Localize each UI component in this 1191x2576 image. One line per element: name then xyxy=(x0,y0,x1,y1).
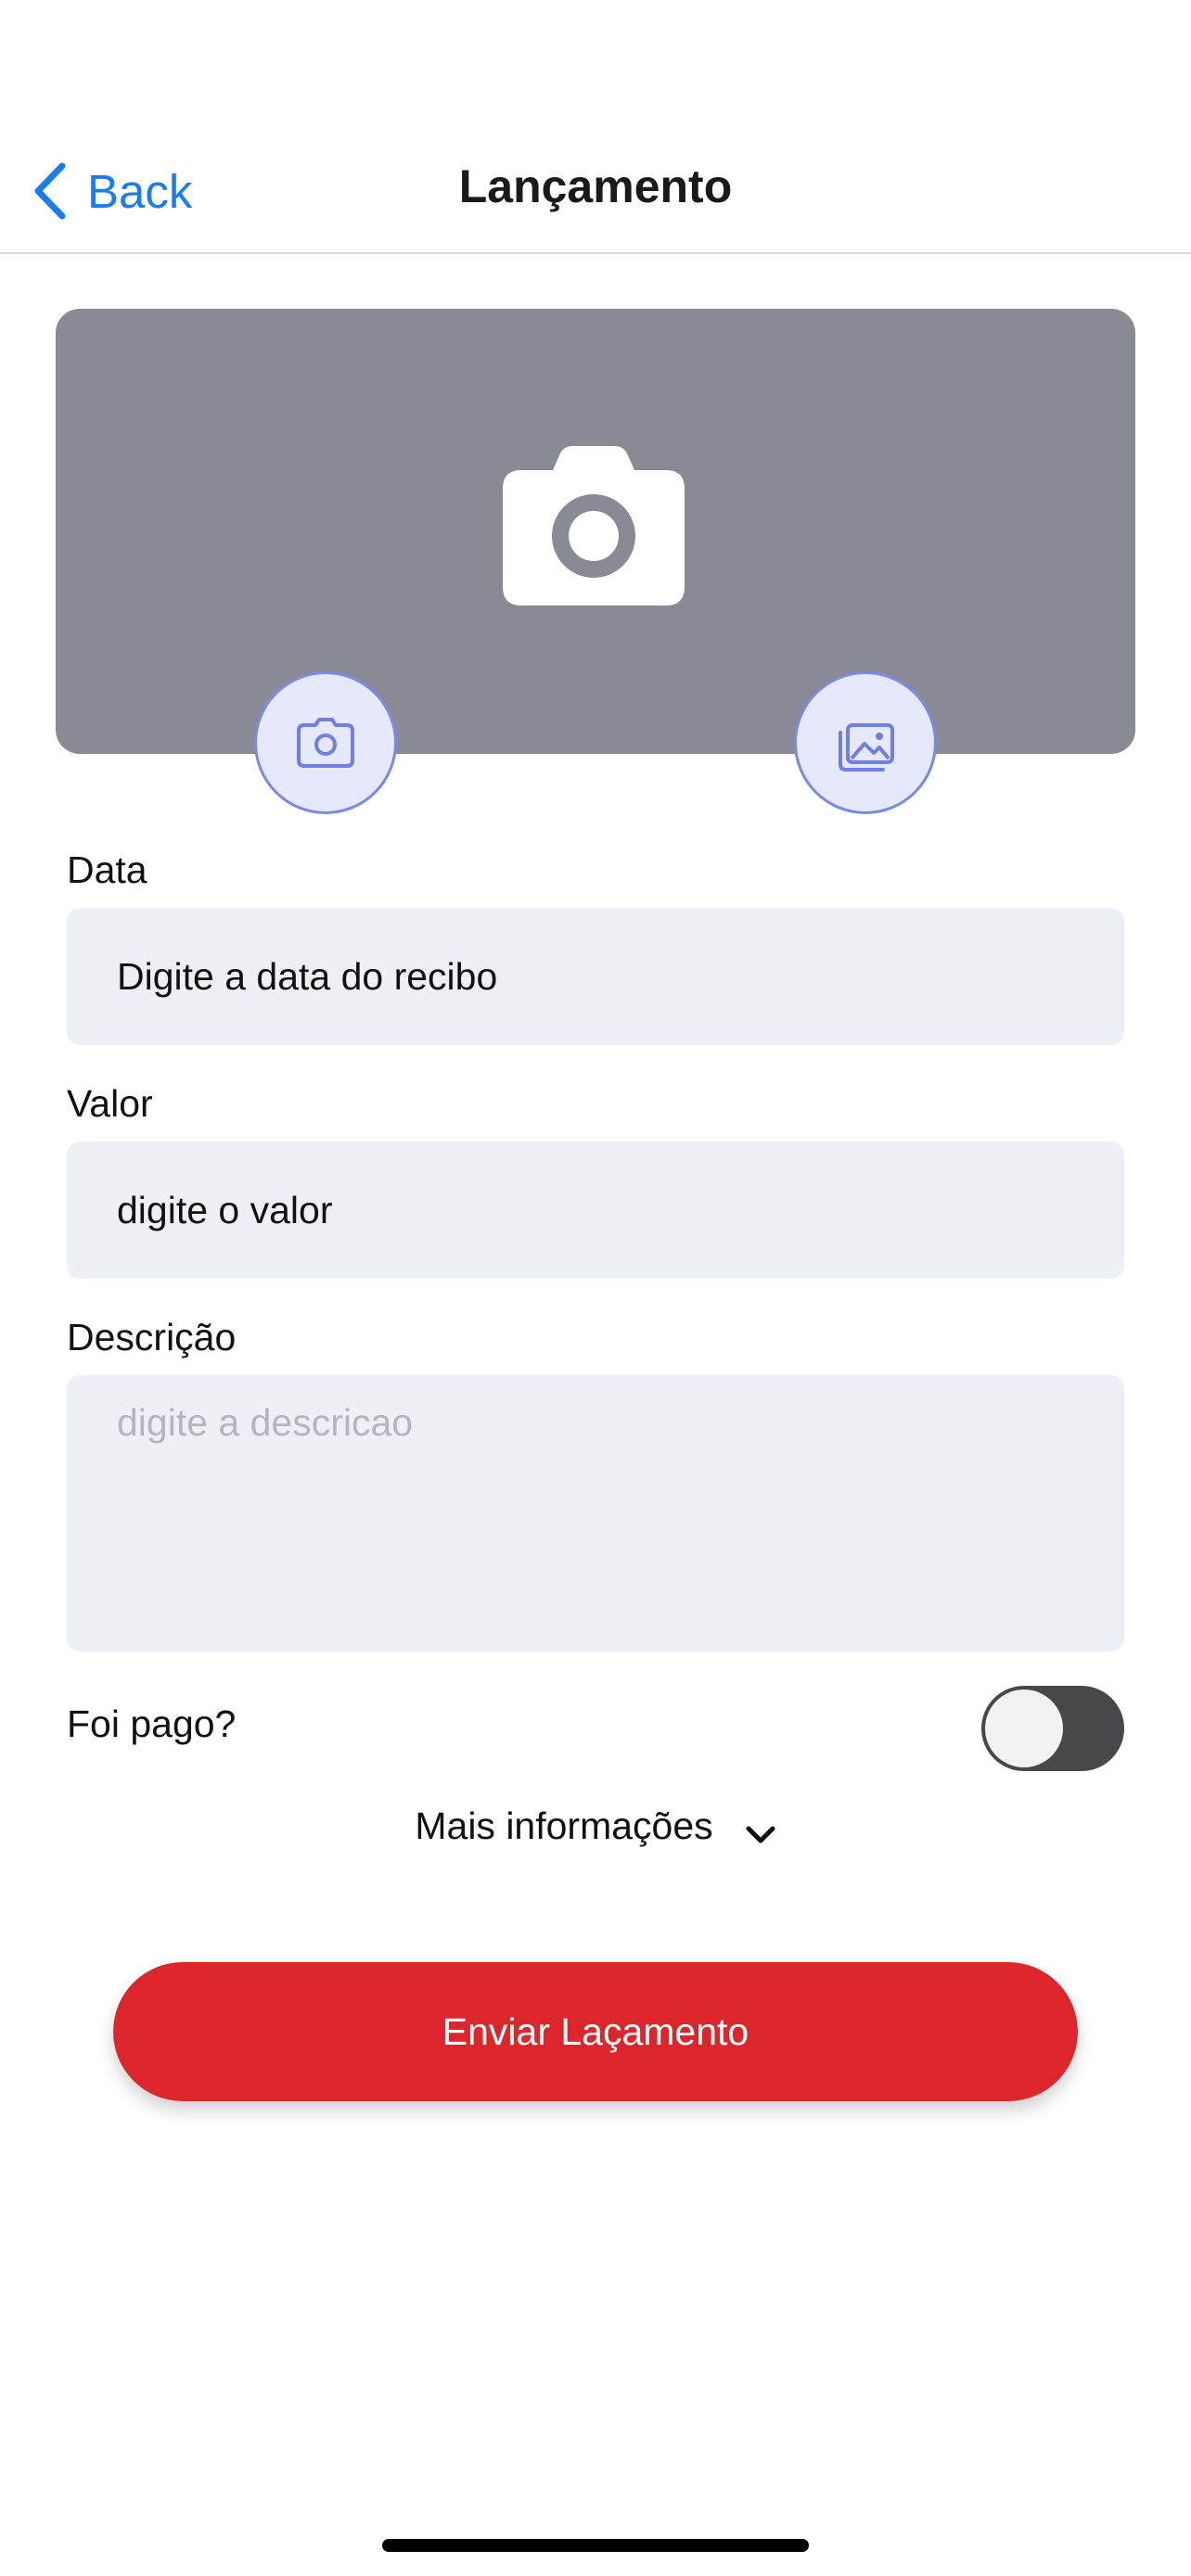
amount-field-value: digite o valor xyxy=(117,1188,333,1231)
camera-icon xyxy=(503,446,685,606)
chevron-down-icon xyxy=(746,1826,775,1843)
date-field[interactable]: Digite a data do recibo xyxy=(67,908,1124,1045)
paid-label: Foi pago? xyxy=(67,1702,237,1745)
paid-toggle[interactable] xyxy=(981,1686,1124,1771)
description-label: Descrição xyxy=(67,1316,237,1358)
gallery-icon xyxy=(839,723,894,772)
submit-button[interactable]: Enviar Laçamento xyxy=(113,1962,1078,2101)
amount-field[interactable]: digite o valor xyxy=(67,1141,1124,1279)
toggle-knob xyxy=(985,1690,1063,1767)
home-indicator xyxy=(382,2539,809,2552)
description-field[interactable]: digite a descricao xyxy=(67,1375,1124,1651)
page-title: Lançamento xyxy=(458,160,733,212)
date-field-value: Digite a data do recibo xyxy=(117,954,498,998)
take-photo-button[interactable] xyxy=(254,671,397,814)
description-placeholder: digite a descricao xyxy=(117,1401,414,1444)
submit-label: Enviar Laçamento xyxy=(442,2009,749,2053)
choose-from-gallery-button[interactable] xyxy=(794,671,937,814)
navigation-header: Back Lançamento xyxy=(0,0,1191,254)
receipt-photo-area[interactable] xyxy=(56,309,1135,754)
more-info-button[interactable]: Mais informações xyxy=(0,1804,1191,1848)
date-label: Data xyxy=(67,848,147,891)
camera-icon xyxy=(297,718,354,768)
amount-label: Valor xyxy=(67,1082,153,1125)
more-info-label: Mais informações xyxy=(415,1804,713,1847)
